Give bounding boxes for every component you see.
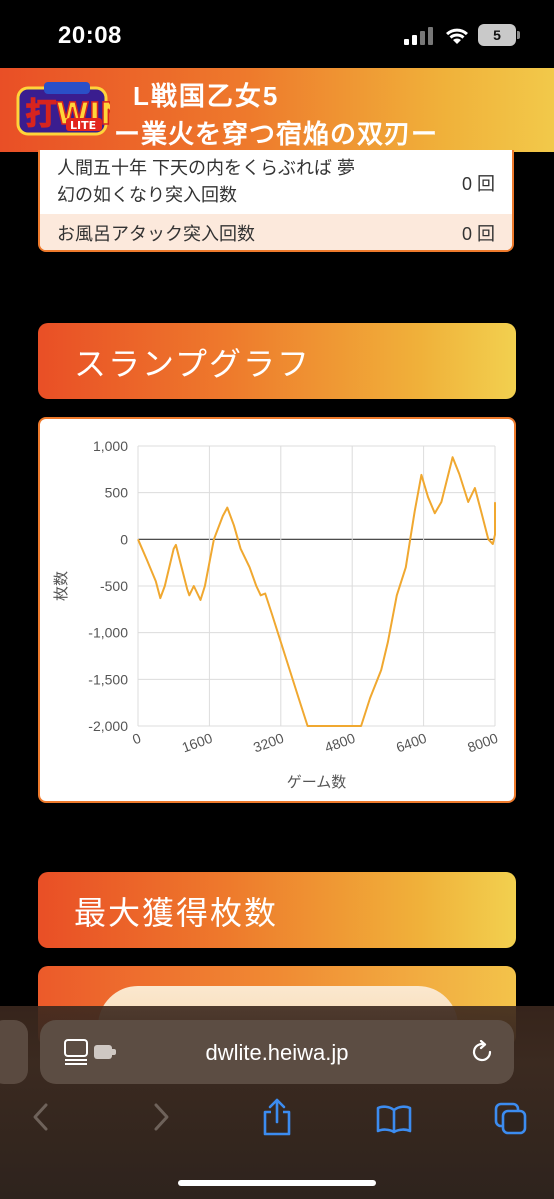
- page-header: 打WIN LITE L戦国乙女5 ー業火を穿つ宿焔の双刃ー: [0, 68, 554, 152]
- y-axis-label: 枚数: [52, 571, 70, 601]
- bookmarks-icon[interactable]: [376, 1104, 412, 1134]
- stat-value: 0 回: [461, 224, 495, 244]
- reload-icon[interactable]: [470, 1040, 494, 1064]
- status-bar: 20:08 5: [0, 0, 554, 68]
- previous-tab-preview[interactable]: [0, 1020, 28, 1084]
- x-axis-label: ゲーム数: [287, 773, 347, 791]
- slump-graph: 1,0005000-500-1,000-1,500-2,0000 1600 3200…: [52, 438, 500, 791]
- x-tick-label: 8000: [465, 730, 500, 756]
- y-tick-label: -1,500: [88, 671, 128, 687]
- stat-row: 人間五十年 下天の内をくらぶれば 夢幻の如くなり突入回数 0 回: [40, 150, 512, 214]
- browser-toolbar: dwlite.heiwa.jp: [0, 1006, 554, 1199]
- tabs-icon[interactable]: [494, 1102, 528, 1136]
- stat-label: お風呂アタック突入回数: [57, 224, 255, 244]
- logo-sub-text: LITE: [70, 119, 96, 132]
- y-tick-label: 500: [105, 485, 129, 501]
- page-title-line2: ー業火を穿つ宿焔の双刃ー: [114, 119, 439, 149]
- x-tick-label: 0: [130, 730, 143, 748]
- y-tick-label: -2,000: [88, 718, 128, 734]
- x-tick-label: 1600: [180, 730, 215, 756]
- stat-row: お風呂アタック突入回数 0 回: [40, 214, 512, 250]
- x-tick-label: 3200: [251, 730, 286, 756]
- wifi-icon: [446, 28, 468, 44]
- slump-graph-header: スランプグラフ: [38, 323, 516, 399]
- page-title-line1: L戦国乙女5: [133, 81, 280, 111]
- slump-line: [137, 456, 496, 727]
- stat-label: 人間五十年 下天の内をくらぶれば 夢幻の如くなり突入回数: [57, 158, 356, 205]
- y-tick-label: 0: [120, 531, 128, 547]
- slump-graph-title: スランプグラフ: [74, 346, 312, 382]
- max-medals-header: 最大獲得枚数: [38, 872, 516, 948]
- app-logo: 打WIN LITE: [16, 82, 110, 136]
- status-time: 20:08: [58, 22, 122, 49]
- y-tick-label: -1,000: [88, 625, 128, 641]
- address-bar[interactable]: dwlite.heiwa.jp: [40, 1020, 514, 1084]
- share-icon[interactable]: [262, 1098, 292, 1136]
- x-tick-label: 6400: [394, 730, 429, 756]
- y-tick-label: 1,000: [93, 438, 128, 454]
- x-tick-label: 4800: [322, 730, 357, 756]
- slump-graph-card: 1,000 500 0 -500 -1,000 -1,500 -2,000 0 1600 3200…: [38, 417, 516, 803]
- cellular-signal-icon: [404, 27, 433, 45]
- url-text: dwlite.heiwa.jp: [205, 1040, 349, 1065]
- home-indicator[interactable]: [178, 1180, 376, 1186]
- max-medals-title: 最大獲得枚数: [74, 895, 279, 931]
- y-tick-label: -500: [100, 578, 128, 594]
- forward-icon[interactable]: [150, 1102, 172, 1132]
- stats-card: 人間五十年 下天の内をくらぶれば 夢幻の如くなり突入回数 0 回 お風呂アタック…: [38, 150, 514, 252]
- battery-icon: 5: [478, 24, 520, 46]
- back-icon[interactable]: [30, 1102, 52, 1132]
- stat-value: 0 回: [461, 174, 495, 194]
